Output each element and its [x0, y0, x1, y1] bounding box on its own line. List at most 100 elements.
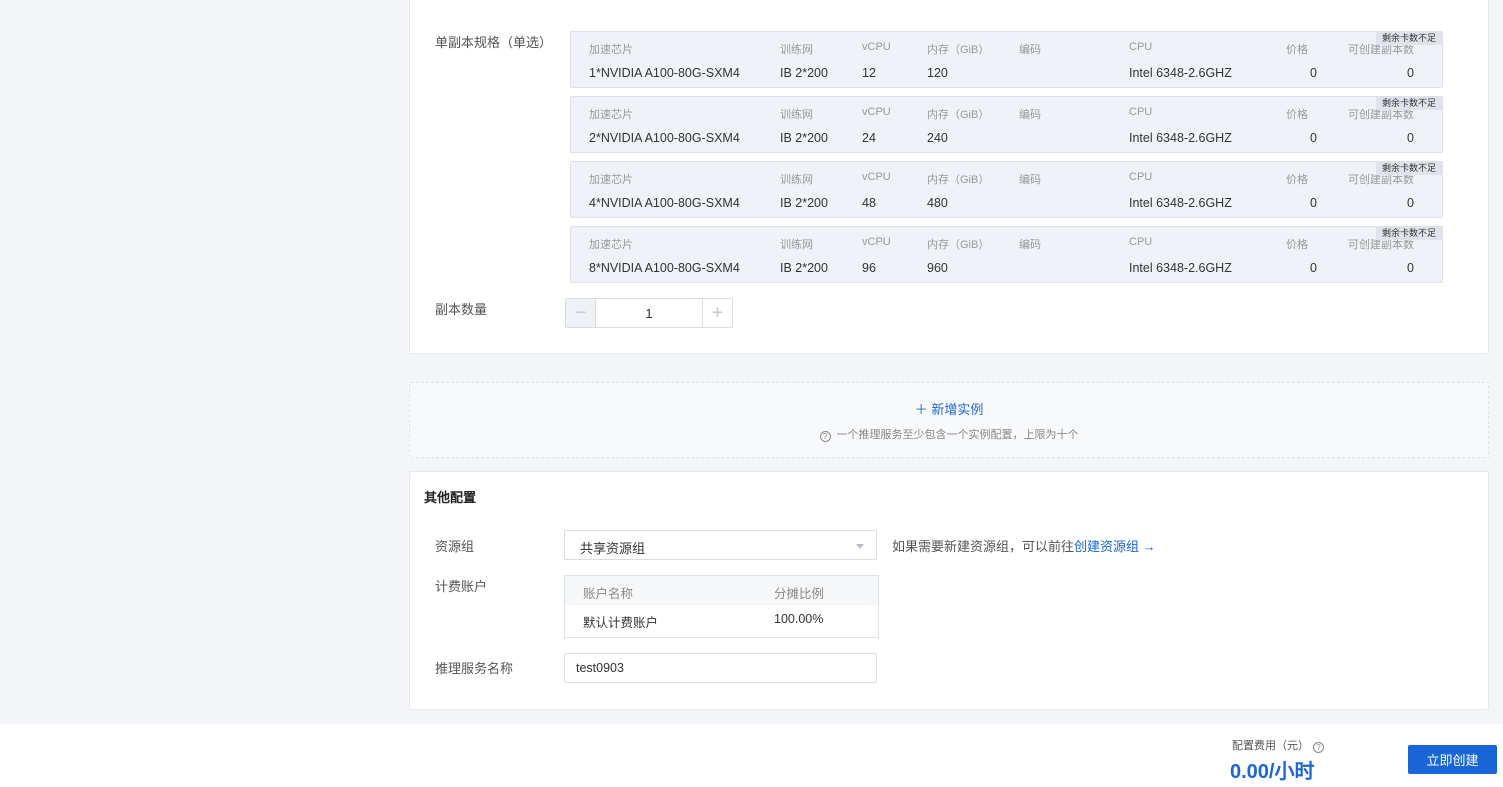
- spec-value-vcpu: 24: [862, 131, 876, 145]
- spec-header-price: 价格: [1286, 174, 1308, 186]
- insufficient-cards-badge: 剩余卡数不足: [1375, 162, 1442, 175]
- add-instance-link[interactable]: ＋ 新增实例: [410, 399, 1488, 418]
- spec-header-cpu: CPU: [1129, 171, 1153, 183]
- spec-header-network: 训练网: [780, 174, 813, 186]
- spec-value-chip: 8*NVIDIA A100-80G-SXM4: [589, 261, 740, 275]
- spec-value-chip: 1*NVIDIA A100-80G-SXM4: [589, 66, 740, 80]
- billing-account-ratio: 100.00%: [774, 612, 824, 626]
- resource-hint-text: 如果需要新建资源组，可以前往: [892, 539, 1075, 554]
- spec-value-network: IB 2*200: [780, 131, 828, 145]
- spec-value-memory: 480: [927, 196, 948, 210]
- spec-header-vcpu: vCPU: [862, 171, 891, 183]
- spec-value-vcpu: 48: [862, 196, 876, 210]
- spec-header-cpu: CPU: [1129, 41, 1153, 53]
- billing-account-name: 默认计费账户: [583, 616, 659, 630]
- spec-value-price: 0: [1310, 261, 1317, 275]
- resource-group-select[interactable]: 共享资源组: [564, 530, 877, 560]
- resource-group-label: 资源组: [435, 539, 475, 554]
- spec-header-cpu: CPU: [1129, 106, 1153, 118]
- replica-stepper[interactable]: − +: [565, 298, 733, 328]
- spec-value-chip: 2*NVIDIA A100-80G-SXM4: [589, 131, 740, 145]
- spec-header-network: 训练网: [780, 44, 813, 56]
- spec-header-memory: 内存（GiB）: [927, 44, 990, 56]
- spec-header-encoding: 编码: [1019, 44, 1041, 56]
- spec-value-network: IB 2*200: [780, 196, 828, 210]
- replica-input[interactable]: [596, 299, 702, 327]
- spec-value-cpu: Intel 6348-2.6GHZ: [1129, 261, 1232, 275]
- insufficient-cards-badge: 剩余卡数不足: [1375, 32, 1442, 45]
- add-instance-label: 新增实例: [931, 402, 984, 417]
- spec-value-memory: 960: [927, 261, 948, 275]
- billing-label: 计费账户: [435, 579, 488, 594]
- create-resource-group-link[interactable]: 创建资源组 →: [1074, 539, 1156, 554]
- fee-label: 配置费用（元）?: [1232, 737, 1324, 753]
- spec-header-memory: 内存（GiB）: [927, 174, 990, 186]
- spec-header-price: 价格: [1286, 109, 1308, 121]
- spec-value-cpu: Intel 6348-2.6GHZ: [1129, 196, 1232, 210]
- spec-value-creatable: 0: [1407, 131, 1414, 145]
- service-name-input[interactable]: [564, 653, 877, 683]
- spec-header-price: 价格: [1286, 239, 1308, 251]
- spec-header-cpu: CPU: [1129, 236, 1153, 248]
- chevron-down-icon: [856, 544, 864, 549]
- insufficient-cards-badge: 剩余卡数不足: [1375, 97, 1442, 110]
- spec-value-cpu: Intel 6348-2.6GHZ: [1129, 131, 1232, 145]
- spec-value-vcpu: 96: [862, 261, 876, 275]
- spec-value-price: 0: [1310, 131, 1317, 145]
- spec-header-encoding: 编码: [1019, 174, 1041, 186]
- spec-value-cpu: Intel 6348-2.6GHZ: [1129, 66, 1232, 80]
- spec-value-price: 0: [1310, 66, 1317, 80]
- spec-header-vcpu: vCPU: [862, 41, 891, 53]
- spec-value-memory: 240: [927, 131, 948, 145]
- replica-label: 副本数量: [435, 302, 488, 317]
- add-instance-card: ＋ 新增实例 ? 一个推理服务至少包含一个实例配置，上限为十个: [409, 382, 1489, 458]
- add-instance-hint: ? 一个推理服务至少包含一个实例配置，上限为十个: [410, 426, 1488, 442]
- spec-value-memory: 120: [927, 66, 948, 80]
- spec-header-encoding: 编码: [1019, 239, 1041, 251]
- spec-header-memory: 内存（GiB）: [927, 109, 990, 121]
- spec-header-chip: 加速芯片: [589, 239, 633, 251]
- resource-hint: 如果需要新建资源组，可以前往创建资源组 →: [892, 536, 1156, 555]
- question-icon: ?: [819, 431, 831, 442]
- plus-icon: +: [711, 301, 724, 324]
- arrow-right-icon: →: [1142, 539, 1156, 554]
- decrement-button[interactable]: −: [566, 299, 596, 327]
- insufficient-cards-badge: 剩余卡数不足: [1375, 227, 1442, 240]
- spec-value-creatable: 0: [1407, 196, 1414, 210]
- spec-value-creatable: 0: [1407, 66, 1414, 80]
- spec-header-chip: 加速芯片: [589, 109, 633, 121]
- service-name-label: 推理服务名称: [435, 661, 514, 676]
- spec-value-network: IB 2*200: [780, 261, 828, 275]
- add-instance-hint-text: 一个推理服务至少包含一个实例配置，上限为十个: [836, 429, 1079, 441]
- spec-header-chip: 加速芯片: [589, 174, 633, 186]
- spec-label: 单副本规格（单选）: [435, 35, 553, 50]
- create-resource-group-text: 创建资源组: [1074, 539, 1140, 554]
- section-title: 其他配置: [424, 490, 477, 505]
- billing-table: 账户名称 分摊比例 默认计费账户 100.00%: [564, 575, 879, 638]
- spec-header-encoding: 编码: [1019, 109, 1041, 121]
- billing-header-ratio: 分摊比例: [774, 587, 825, 601]
- minus-icon: −: [574, 301, 587, 324]
- spec-header-memory: 内存（GiB）: [927, 239, 990, 251]
- spec-header-vcpu: vCPU: [862, 106, 891, 118]
- fee-label-text: 配置费用（元）: [1232, 740, 1309, 752]
- billing-table-header: 账户名称 分摊比例: [565, 576, 878, 605]
- spec-option[interactable]: 加速芯片 2*NVIDIA A100-80G-SXM4 训练网 IB 2*200 vCP…: [570, 96, 1443, 153]
- spec-option[interactable]: 加速芯片 1*NVIDIA A100-80G-SXM4 训练网 IB 2*200 vCP…: [570, 31, 1443, 88]
- spec-option[interactable]: 加速芯片 8*NVIDIA A100-80G-SXM4 训练网 IB 2*200 vCP…: [570, 226, 1443, 283]
- spec-header-network: 训练网: [780, 239, 813, 251]
- plus-icon: ＋: [914, 402, 928, 417]
- fee-value: 0.00/小时: [1230, 761, 1315, 783]
- spec-header-network: 训练网: [780, 109, 813, 121]
- resource-group-value: 共享资源组: [580, 541, 646, 556]
- spec-header-price: 价格: [1286, 44, 1308, 56]
- create-now-button[interactable]: 立即创建: [1408, 745, 1497, 774]
- question-icon[interactable]: ?: [1313, 742, 1324, 753]
- spec-value-price: 0: [1310, 196, 1317, 210]
- billing-header-name: 账户名称: [583, 587, 634, 601]
- spec-value-chip: 4*NVIDIA A100-80G-SXM4: [589, 196, 740, 210]
- spec-header-vcpu: vCPU: [862, 236, 891, 248]
- increment-button[interactable]: +: [702, 299, 732, 327]
- spec-value-vcpu: 12: [862, 66, 876, 80]
- spec-option[interactable]: 加速芯片 4*NVIDIA A100-80G-SXM4 训练网 IB 2*200 vCP…: [570, 161, 1443, 218]
